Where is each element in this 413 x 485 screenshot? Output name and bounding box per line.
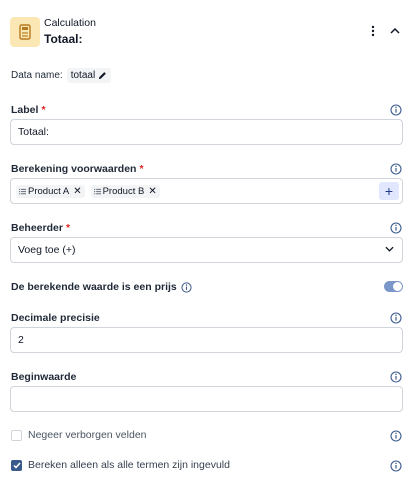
data-name-value: totaal	[70, 70, 96, 81]
info-icon[interactable]	[390, 222, 402, 234]
decimal-precision-input[interactable]: 2	[10, 327, 403, 353]
list-icon	[93, 188, 101, 194]
conditions-field-label: Berekening voorwaarden *	[11, 163, 144, 175]
pencil-icon[interactable]	[98, 71, 107, 80]
info-icon[interactable]	[390, 104, 402, 116]
operator-selected-value: Voeg toe (+)	[18, 244, 76, 256]
info-icon[interactable]	[390, 371, 402, 383]
chevron-up-icon[interactable]	[387, 21, 403, 41]
condition-tag[interactable]: Product B ✕	[90, 184, 160, 198]
remove-tag-icon[interactable]: ✕	[148, 186, 156, 197]
conditions-tag-input[interactable]: Product A ✕ Product B ✕ +	[10, 178, 403, 204]
info-icon[interactable]	[390, 430, 402, 442]
calculation-field-panel: Calculation Totaal: Data name: totaal La…	[0, 0, 413, 485]
info-icon[interactable]	[390, 312, 402, 324]
operator-select[interactable]: Voeg toe (+)	[10, 237, 403, 263]
condition-tag[interactable]: Product A ✕	[16, 184, 85, 198]
info-icon[interactable]	[390, 460, 402, 472]
start-value-input[interactable]	[10, 386, 403, 412]
data-name-label: Data name:	[11, 70, 63, 81]
condition-tag-label: Product A	[28, 185, 70, 197]
label-input-value: Totaal:	[18, 126, 49, 138]
calculator-icon	[10, 17, 40, 47]
only-if-all-label: Bereken alleen als alle termen zijn inge…	[28, 459, 230, 471]
toggle-knob	[393, 282, 402, 291]
data-name-row: Data name: totaal	[11, 68, 112, 83]
condition-tag-label: Product B	[102, 185, 145, 197]
ignore-hidden-label: Negeer verborgen velden	[28, 429, 147, 441]
info-icon[interactable]	[181, 281, 192, 293]
field-title: Totaal:	[44, 32, 83, 46]
add-condition-button[interactable]: +	[379, 182, 399, 200]
info-icon[interactable]	[390, 163, 402, 175]
is-price-label: De berekende waarde is een prijs	[11, 281, 192, 293]
field-type-label: Calculation	[44, 17, 96, 29]
label-input[interactable]: Totaal:	[10, 119, 403, 145]
more-options-icon[interactable]	[368, 21, 378, 41]
ignore-hidden-checkbox[interactable]	[11, 429, 22, 441]
chevron-down-icon	[385, 246, 394, 252]
is-price-toggle[interactable]	[384, 281, 403, 292]
only-if-all-row: Bereken alleen als alle termen zijn inge…	[11, 459, 230, 471]
list-icon	[19, 188, 26, 194]
start-value-label: Beginwaarde	[11, 371, 77, 383]
remove-tag-icon[interactable]: ✕	[73, 186, 81, 197]
panel-header: Calculation Totaal:	[10, 17, 403, 47]
label-field-label: Label *	[11, 104, 46, 116]
decimal-precision-value: 2	[18, 334, 24, 346]
checkmark-icon	[12, 462, 21, 469]
only-if-all-checkbox[interactable]	[11, 459, 22, 471]
ignore-hidden-row: Negeer verborgen velden	[11, 429, 147, 441]
operator-field-label: Beheerder *	[11, 222, 71, 234]
decimal-precision-label: Decimale precisie	[11, 312, 100, 324]
data-name-chip[interactable]: totaal	[66, 68, 112, 83]
